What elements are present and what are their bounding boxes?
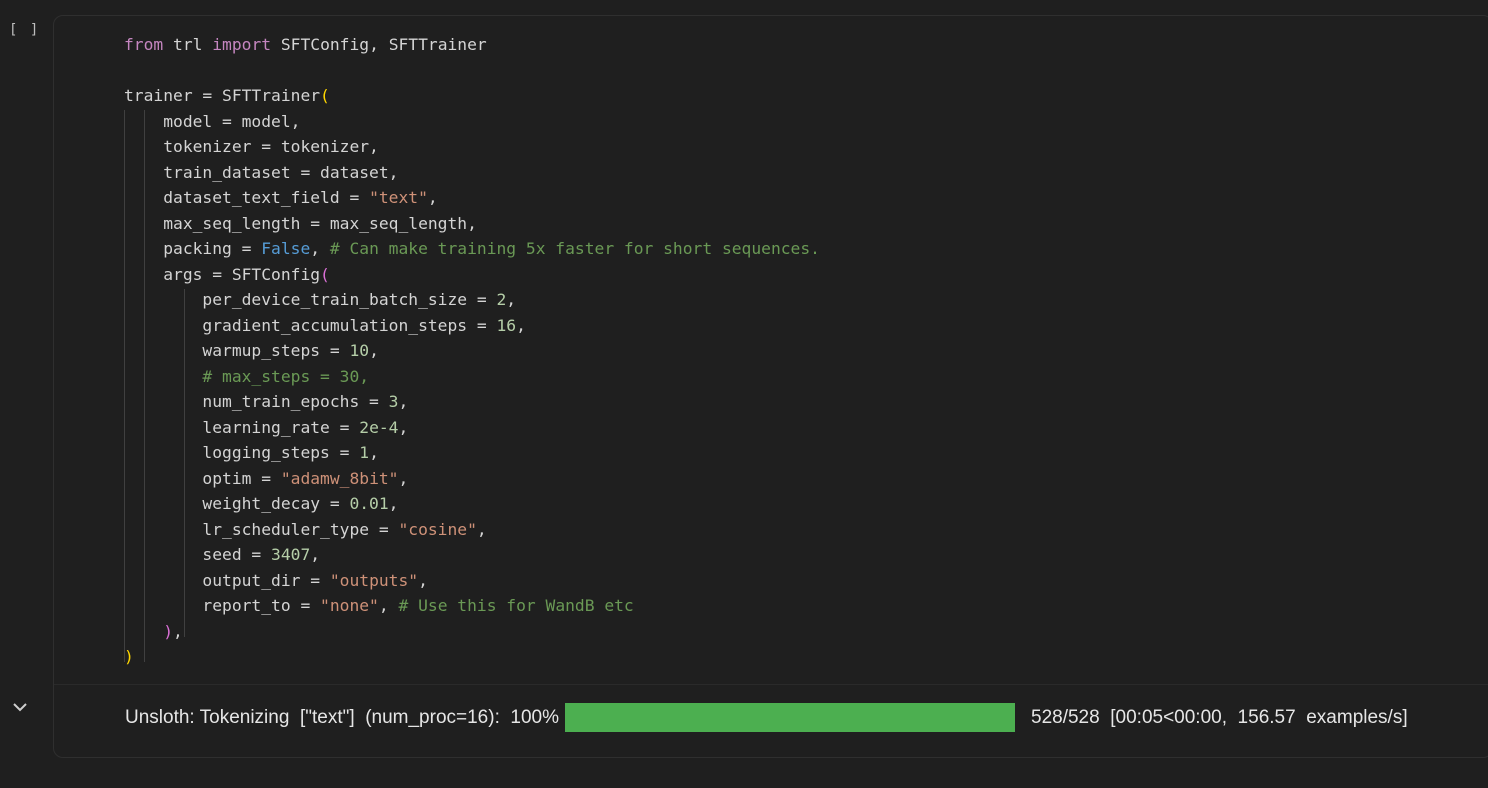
- progress-output: Unsloth: Tokenizing ["text"] (num_proc=1…: [125, 703, 1408, 732]
- code-line: train_dataset = dataset,: [124, 160, 820, 186]
- code-line: report_to = "none", # Use this for WandB…: [124, 593, 820, 619]
- code-token: 10: [349, 341, 370, 360]
- code-token: ,: [310, 545, 321, 564]
- code-token: 1: [359, 443, 370, 462]
- code-token: trainer = SFTTrainer: [124, 86, 321, 105]
- code-token: # max_steps = 30,: [202, 366, 370, 386]
- progress-bar: [565, 703, 1016, 732]
- code-line: dataset_text_field = "text",: [124, 185, 820, 211]
- code-token: logging_steps =: [124, 443, 360, 462]
- code-line: max_seq_length = max_seq_length,: [124, 211, 820, 237]
- code-token: model = model,: [124, 111, 301, 131]
- code-line: lr_scheduler_type = "cosine",: [124, 517, 820, 543]
- code-line: # max_steps = 30,: [124, 364, 820, 390]
- progress-bar-fill: [565, 703, 1016, 732]
- code-cell[interactable]: from trl import SFTConfig, SFTTrainer tr…: [53, 15, 1488, 758]
- code-token: lr_scheduler_type =: [124, 519, 399, 539]
- code-token: "text": [369, 188, 428, 207]
- code-token: ,: [418, 570, 428, 590]
- cell-output: Unsloth: Tokenizing ["text"] (num_proc=1…: [54, 684, 1488, 759]
- code-line: weight_decay = 0.01,: [124, 491, 820, 517]
- code-token: ,: [398, 417, 409, 437]
- code-token: import: [212, 35, 272, 54]
- code-token: ,: [173, 621, 183, 641]
- code-token: "cosine": [398, 519, 477, 539]
- code-token: 2: [496, 290, 507, 309]
- code-token: 0.01: [349, 494, 389, 513]
- code-token: 3407: [271, 545, 311, 564]
- code-token: ,: [476, 519, 487, 539]
- code-token: args = SFTConfig: [124, 264, 321, 284]
- code-token: num_train_epochs =: [124, 392, 389, 411]
- code-line: warmup_steps = 10,: [124, 338, 820, 364]
- code-line: tokenizer = tokenizer,: [124, 134, 820, 160]
- code-line: ): [124, 644, 820, 670]
- code-token: dataset_text_field =: [124, 188, 370, 207]
- code-token: ,: [398, 392, 409, 411]
- code-line: args = SFTConfig(: [124, 262, 820, 288]
- code-token: optim =: [124, 468, 281, 488]
- code-line: packing = False, # Can make training 5x …: [124, 236, 820, 262]
- code-token: ,: [398, 468, 409, 488]
- code-token: per_device_train_batch_size =: [124, 290, 497, 309]
- code-token: ,: [388, 494, 399, 513]
- code-line: ),: [124, 619, 820, 645]
- code-token: "adamw_8bit": [280, 468, 399, 488]
- code-token: ,: [427, 188, 438, 207]
- code-token: ,: [369, 443, 379, 462]
- code-token: False: [261, 239, 311, 258]
- code-token: tokenizer = tokenizer,: [124, 137, 379, 156]
- code-token: warmup_steps =: [124, 341, 350, 360]
- code-token: # Use this for WandB etc: [398, 596, 634, 615]
- code-token: ): [124, 647, 134, 666]
- code-token: 2e-4: [359, 417, 399, 437]
- code-token: max_seq_length = max_seq_length,: [124, 213, 477, 233]
- code-token: weight_decay =: [124, 494, 350, 513]
- code-token: (: [320, 86, 330, 105]
- code-token: seed =: [124, 545, 272, 564]
- run-cell-indicator[interactable]: [ ]: [9, 22, 40, 38]
- code-token: # Can make training 5x faster for short …: [329, 239, 820, 258]
- code-token: ,: [506, 290, 517, 309]
- code-line: from trl import SFTConfig, SFTTrainer: [124, 32, 820, 58]
- code-token: ,: [369, 341, 379, 360]
- code-token: "none": [320, 596, 379, 615]
- code-token: ,: [516, 315, 526, 335]
- code-line: model = model,: [124, 109, 820, 135]
- code-line: output_dir = "outputs",: [124, 568, 820, 594]
- code-token: packing =: [124, 239, 262, 258]
- code-line: seed = 3407,: [124, 542, 820, 568]
- code-line: optim = "adamw_8bit",: [124, 466, 820, 492]
- code-line: num_train_epochs = 3,: [124, 389, 820, 415]
- code-token: report_to =: [124, 596, 321, 615]
- code-token: from: [124, 35, 164, 54]
- progress-label: Unsloth: Tokenizing ["text"] (num_proc=1…: [125, 706, 560, 728]
- code-token: gradient_accumulation_steps =: [124, 315, 497, 335]
- code-line: per_device_train_batch_size = 2,: [124, 287, 820, 313]
- collapse-output-button[interactable]: [11, 699, 29, 713]
- code-token: output_dir =: [124, 570, 330, 590]
- chevron-down-icon: [13, 703, 27, 712]
- code-token: (: [320, 264, 330, 284]
- code-token: ,: [310, 239, 330, 258]
- code-token: trl: [163, 35, 213, 54]
- code-token: train_dataset = dataset,: [124, 162, 399, 182]
- code-token: ,: [378, 596, 399, 615]
- code-editor[interactable]: from trl import SFTConfig, SFTTrainer tr…: [124, 32, 820, 670]
- code-token: ): [163, 621, 174, 641]
- code-token: SFTConfig, SFTTrainer: [271, 35, 487, 54]
- code-line: logging_steps = 1,: [124, 440, 820, 466]
- code-line: trainer = SFTTrainer(: [124, 83, 820, 109]
- code-token: 3: [388, 392, 399, 411]
- code-token: 16: [496, 315, 517, 335]
- code-line: learning_rate = 2e-4,: [124, 415, 820, 441]
- progress-stats: 528/528 [00:05<00:00, 156.57 examples/s]: [1031, 706, 1408, 728]
- code-token: learning_rate =: [124, 417, 360, 437]
- code-token: "outputs": [329, 570, 419, 590]
- code-line: gradient_accumulation_steps = 16,: [124, 313, 820, 339]
